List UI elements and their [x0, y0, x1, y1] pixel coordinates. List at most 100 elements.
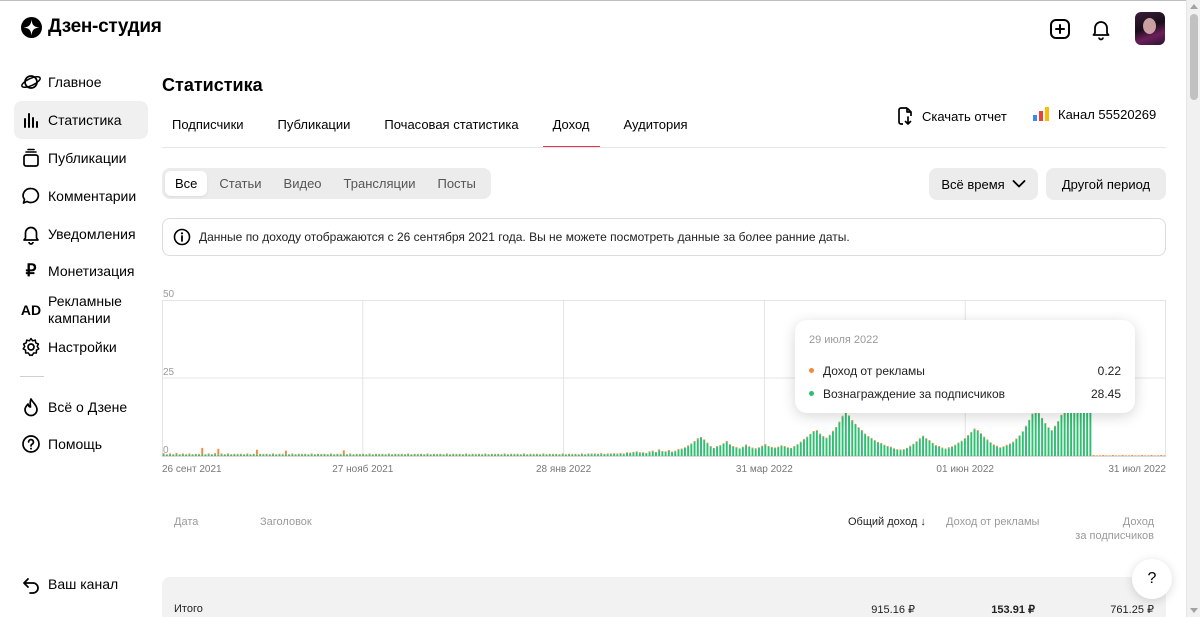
bar-ads	[268, 454, 271, 455]
filter-video[interactable]: Видео	[274, 171, 332, 196]
bar-subscribers	[294, 454, 297, 456]
bar-ads	[590, 453, 593, 455]
x-tick-label: 28 янв 2022	[536, 464, 592, 475]
bar-subscribers	[564, 454, 567, 456]
filter-streams[interactable]: Трансляции	[334, 171, 426, 196]
sidebar-item-label: Статистика	[48, 111, 122, 128]
bar-subscribers	[474, 454, 477, 456]
bar-subscribers	[542, 454, 545, 456]
filter-all[interactable]: Все	[165, 171, 208, 196]
bell-icon	[20, 223, 42, 245]
bar-ads	[1047, 427, 1050, 428]
sidebar-item-statistics[interactable]: Статистика	[14, 101, 148, 139]
download-report-button[interactable]: Скачать отчет	[896, 106, 1007, 126]
bar-subscribers	[661, 451, 664, 456]
bar-subscribers	[181, 454, 184, 456]
col-header-subs[interactable]: Доход за подписчиков	[1060, 515, 1154, 543]
bar-ads	[899, 449, 902, 451]
stack-icon	[20, 147, 42, 169]
tab-income[interactable]: Доход	[542, 106, 600, 148]
bar-ads	[741, 446, 744, 448]
col-header-ads[interactable]: Доход от рекламы	[946, 515, 1039, 529]
col-header-total[interactable]: Общий доход ↓	[848, 515, 926, 529]
col-header-date[interactable]: Дата	[174, 515, 198, 529]
bar-ads	[449, 454, 451, 455]
sidebar-item-help[interactable]: Помощь	[14, 425, 148, 463]
bar-ads	[976, 430, 979, 432]
scroll-up-arrow-icon[interactable]	[1190, 4, 1198, 9]
tooltip-label: Вознаграждение за подписчиков	[823, 386, 1005, 401]
sidebar-item-ad-campaigns[interactable]: AD Рекламные кампании	[14, 290, 148, 330]
bar-subscribers	[407, 454, 410, 456]
sidebar-item-settings[interactable]: Настройки	[14, 328, 148, 366]
tab-publications[interactable]: Публикации	[268, 106, 361, 148]
bar-subscribers	[1028, 420, 1031, 456]
help-button[interactable]: ?	[1132, 559, 1172, 599]
col-header-title[interactable]: Заголовок	[260, 515, 312, 529]
bar-subscribers	[815, 430, 818, 456]
bar-subscribers	[754, 449, 757, 456]
sidebar-item-notifications[interactable]: Уведомления	[14, 215, 148, 253]
bar-ads	[664, 451, 667, 452]
bar-subscribers	[757, 447, 760, 456]
bar-ads	[626, 452, 628, 453]
download-file-icon	[898, 107, 912, 125]
scroll-thumb[interactable]	[1190, 14, 1198, 100]
scroll-down-arrow-icon[interactable]	[1190, 608, 1198, 613]
bar-ads	[400, 453, 403, 455]
bar-ads	[307, 454, 310, 455]
bar-ads	[980, 433, 982, 434]
tab-audience[interactable]: Аудитория	[614, 106, 698, 148]
bar-ads	[355, 453, 358, 455]
sidebar-item-publications[interactable]: Публикации	[14, 139, 148, 177]
bar-ads	[864, 433, 867, 435]
create-publication-button[interactable]	[1048, 17, 1072, 41]
bar-subscribers	[609, 454, 612, 456]
sidebar-item-your-channel[interactable]: Ваш канал	[14, 565, 148, 603]
bar-ads	[732, 446, 735, 447]
bar-subscribers	[603, 454, 606, 456]
back-arrow-icon	[20, 573, 42, 595]
bar-ads	[301, 453, 303, 455]
bar-subscribers	[616, 454, 619, 456]
bar-ads	[542, 453, 545, 455]
sidebar-item-monetization[interactable]: ₽ Монетизация	[14, 252, 148, 290]
bar-subscribers	[436, 454, 439, 456]
bar-ads	[790, 447, 793, 449]
bar-ads	[825, 437, 828, 439]
notifications-button[interactable]	[1089, 17, 1113, 41]
period-dropdown[interactable]: Всё время	[929, 168, 1038, 200]
bar-ads	[600, 453, 603, 455]
bar-subscribers	[822, 436, 825, 456]
sidebar-item-comments[interactable]: Комментарии	[14, 177, 148, 215]
bar-subscribers	[297, 454, 300, 456]
bar-ads	[394, 453, 397, 455]
channel-selector[interactable]: Канал 55520269	[1032, 106, 1156, 122]
app-logo[interactable]: Дзен-студия	[21, 16, 162, 38]
bar-ads	[426, 453, 429, 455]
bar-ads	[761, 445, 764, 447]
sidebar-item-main[interactable]: Главное	[14, 63, 148, 101]
page-scrollbar[interactable]	[1186, 0, 1200, 617]
filter-articles[interactable]: Статьи	[209, 171, 271, 196]
bar-subscribers	[272, 454, 274, 456]
bar-subscribers	[429, 454, 432, 456]
bar-ads	[848, 415, 850, 417]
bar-subscribers	[484, 454, 487, 456]
bar-subscribers	[349, 454, 352, 456]
bar-ads	[873, 440, 876, 441]
bar-ads	[329, 453, 332, 455]
bar-subscribers	[992, 445, 995, 456]
sidebar-item-about-zen[interactable]: Всё о Дзене	[14, 388, 148, 426]
tab-hourly-stats[interactable]: Почасовая статистика	[374, 106, 528, 148]
filter-posts[interactable]: Посты	[427, 171, 485, 196]
tab-subscribers[interactable]: Подписчики	[162, 106, 254, 148]
bar-ads	[1160, 455, 1163, 456]
bar-subscribers	[680, 449, 683, 456]
bar-subscribers	[954, 445, 957, 456]
bar-subscribers	[999, 447, 1002, 456]
bar-subscribers	[378, 454, 381, 456]
bar-ads	[378, 453, 381, 455]
user-avatar[interactable]	[1135, 12, 1165, 45]
other-period-button[interactable]: Другой период	[1046, 168, 1166, 200]
